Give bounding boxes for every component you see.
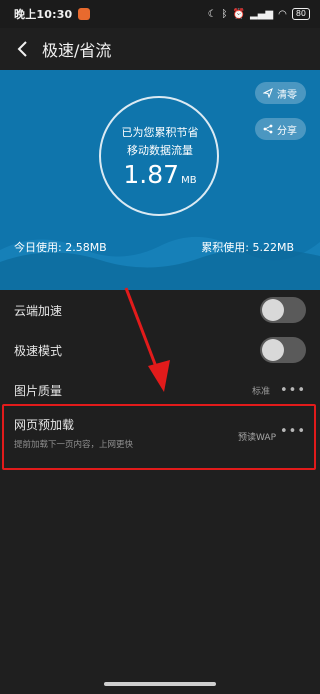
cloud-accel-toggle[interactable] xyxy=(260,297,306,323)
setting-cloud-accel[interactable]: 云端加速 xyxy=(0,290,320,330)
saved-unit: MB xyxy=(181,175,197,186)
clear-label: 清零 xyxy=(277,89,297,101)
status-time: 晚上10:30 xyxy=(14,8,73,21)
setting-label: 云端加速 xyxy=(14,303,63,318)
battery-icon: 80 xyxy=(291,8,310,20)
share-label: 分享 xyxy=(277,125,297,137)
alarm-icon: ⏰ xyxy=(232,8,245,20)
saved-value: 1.87 MB xyxy=(0,160,320,189)
speed-mode-toggle[interactable] xyxy=(260,337,306,363)
back-arrow-icon[interactable] xyxy=(6,28,40,70)
more-dots-icon[interactable]: ••• xyxy=(280,383,306,398)
setting-speed-mode[interactable]: 极速模式 xyxy=(0,330,320,370)
status-bar: 晚上10:30 ☾ ᛒ ⏰ ▂▄▆ ◠ 80 xyxy=(0,0,320,28)
toggle-knob xyxy=(262,339,284,361)
page-title: 极速/省流 xyxy=(42,41,112,60)
saved-number: 1.87 xyxy=(123,160,180,189)
toggle-knob xyxy=(262,299,284,321)
setting-label: 极速模式 xyxy=(14,343,63,358)
home-indicator xyxy=(104,682,216,686)
settings-list: 云端加速 极速模式 图片质量 标准 ••• xyxy=(0,290,320,410)
saved-caption-line2: 移动数据流量 xyxy=(127,144,193,157)
clear-button[interactable]: 清零 xyxy=(255,82,306,104)
bluetooth-icon: ᛒ xyxy=(221,8,228,20)
share-icon xyxy=(263,124,273,134)
savings-hero: 已为您累积节省 移动数据流量 1.87 MB 清零 分享 今日使用: 2.58MB… xyxy=(0,70,320,290)
share-button[interactable]: 分享 xyxy=(255,118,306,140)
today-usage: 今日使用: 2.58MB xyxy=(14,241,107,254)
annotation-highlight-box xyxy=(2,404,316,470)
total-usage: 累积使用: 5.22MB xyxy=(201,241,294,254)
signal-icon: ▂▄▆ xyxy=(250,8,274,20)
app-notification-icon xyxy=(78,8,91,20)
moon-icon: ☾ xyxy=(207,8,217,20)
wave-decoration xyxy=(0,236,320,290)
status-icons: ☾ ᛒ ⏰ ▂▄▆ ◠ 80 xyxy=(208,8,310,20)
image-quality-value: 标准 xyxy=(251,386,270,397)
paper-plane-icon xyxy=(263,88,273,98)
setting-label: 图片质量 xyxy=(14,383,63,398)
wifi-icon: ◠ xyxy=(278,8,287,20)
app-bar: 极速/省流 xyxy=(0,28,320,70)
